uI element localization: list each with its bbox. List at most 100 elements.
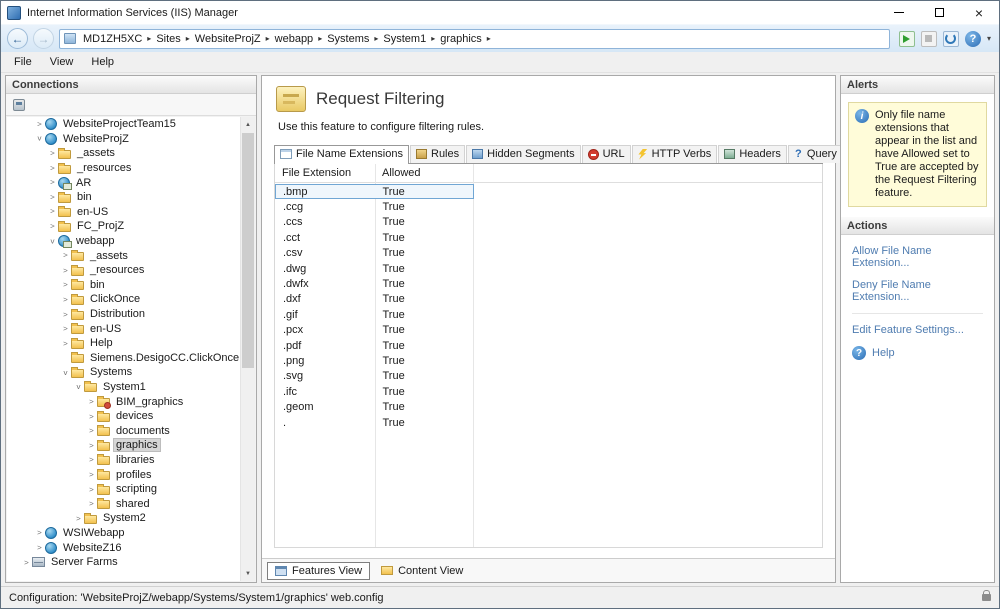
tree-item-webapp[interactable]: vwebapp	[7, 234, 240, 249]
table-row[interactable]: .cctTrue	[275, 230, 822, 245]
chevron-expanded-icon[interactable]: v	[73, 383, 84, 391]
chevron-collapsed-icon[interactable]: >	[86, 470, 97, 478]
table-row[interactable]: .bmpTrue	[275, 184, 822, 199]
action-allow-file-name-extension[interactable]: Allow File Name Extension...	[852, 245, 983, 269]
tree-item-systems[interactable]: vSystems	[7, 365, 240, 380]
chevron-collapsed-icon[interactable]: >	[60, 295, 71, 303]
help-icon[interactable]: ?	[965, 31, 981, 47]
table-row[interactable]: .dxfTrue	[275, 292, 822, 307]
table-row[interactable]: .dwfxTrue	[275, 276, 822, 291]
table-row[interactable]: .csvTrue	[275, 246, 822, 261]
tree-item-documents[interactable]: >documents	[7, 423, 240, 438]
tree-item-siemens-desigocc-clickonce[interactable]: Siemens.DesigoCC.ClickOnce	[7, 351, 240, 366]
chevron-collapsed-icon[interactable]: >	[47, 208, 58, 216]
tab-file-name-extensions[interactable]: File Name Extensions	[274, 145, 409, 164]
tree-item-clickonce[interactable]: >ClickOnce	[7, 292, 240, 307]
tree-item-bin[interactable]: >bin	[7, 278, 240, 293]
tree-item-scripting[interactable]: >scripting	[7, 482, 240, 497]
tree-item-bim-graphics[interactable]: >BIM_graphics	[7, 394, 240, 409]
back-button[interactable]: ←	[7, 28, 28, 49]
tree-item-system1[interactable]: vSystem1	[7, 380, 240, 395]
tree-item-websiteprojectteam15[interactable]: >WebsiteProjectTeam15	[7, 117, 240, 132]
table-row[interactable]: .ccsTrue	[275, 215, 822, 230]
tree-item-fc-projz[interactable]: >FC_ProjZ	[7, 219, 240, 234]
table-row[interactable]: .ifcTrue	[275, 384, 822, 399]
menu-file[interactable]: File	[5, 54, 41, 70]
breadcrumb[interactable]: MD1ZH5XC▸Sites▸WebsiteProjZ▸webapp▸Syste…	[59, 29, 890, 49]
tree-item-assets[interactable]: >_assets	[7, 146, 240, 161]
table-row[interactable]: .pdfTrue	[275, 338, 822, 353]
chevron-collapsed-icon[interactable]: >	[47, 149, 58, 157]
tree-item-assets[interactable]: >_assets	[7, 248, 240, 263]
chevron-collapsed-icon[interactable]: >	[60, 266, 71, 274]
chevron-expanded-icon[interactable]: v	[34, 135, 45, 143]
table-row[interactable]: .pngTrue	[275, 353, 822, 368]
tree-item-graphics[interactable]: >graphics	[7, 438, 240, 453]
refresh-icon[interactable]	[943, 31, 959, 47]
tree-item-wsiwebapp[interactable]: >WSIWebapp	[7, 526, 240, 541]
chevron-collapsed-icon[interactable]: >	[47, 164, 58, 172]
tab-rules[interactable]: Rules	[410, 145, 465, 163]
chevron-collapsed-icon[interactable]: >	[60, 281, 71, 289]
tree-item-system2[interactable]: >System2	[7, 511, 240, 526]
chevron-collapsed-icon[interactable]: >	[21, 558, 32, 566]
tab-headers[interactable]: Headers	[718, 145, 787, 163]
action-edit-feature-settings[interactable]: Edit Feature Settings...	[852, 313, 983, 336]
action-deny-file-name-extension[interactable]: Deny File Name Extension...	[852, 279, 983, 303]
table-row[interactable]: .geomTrue	[275, 399, 822, 414]
tree-item-profiles[interactable]: >profiles	[7, 467, 240, 482]
chevron-collapsed-icon[interactable]: >	[73, 514, 84, 522]
tree-item-devices[interactable]: >devices	[7, 409, 240, 424]
tree-item-resources[interactable]: >_resources	[7, 161, 240, 176]
chevron-collapsed-icon[interactable]: >	[47, 179, 58, 187]
chevron-collapsed-icon[interactable]: >	[47, 222, 58, 230]
view-features-view[interactable]: Features View	[267, 562, 370, 580]
tab-http-verbs[interactable]: HTTP Verbs	[632, 145, 718, 163]
close-button[interactable]: ×	[959, 1, 999, 24]
chevron-collapsed-icon[interactable]: >	[34, 543, 45, 551]
scroll-down-icon[interactable]: ▼	[241, 566, 255, 581]
table-row[interactable]: .dwgTrue	[275, 261, 822, 276]
menu-help[interactable]: Help	[82, 54, 123, 70]
tree-item-en-us[interactable]: >en-US	[7, 205, 240, 220]
tree-scrollbar[interactable]: ▲ ▼	[240, 117, 255, 581]
table-row[interactable]: .gifTrue	[275, 307, 822, 322]
tree-item-bin[interactable]: >bin	[7, 190, 240, 205]
forward-button[interactable]: →	[33, 28, 54, 49]
breadcrumb-item-webapp[interactable]: webapp	[273, 33, 316, 45]
breadcrumb-item-sites[interactable]: Sites	[154, 33, 182, 45]
chevron-collapsed-icon[interactable]: >	[60, 339, 71, 347]
tree-item-server-farms[interactable]: >Server Farms	[7, 555, 240, 570]
help-menu-caret-icon[interactable]: ▾	[987, 34, 991, 43]
breadcrumb-item-system1[interactable]: System1	[381, 33, 428, 45]
create-connection-button[interactable]	[9, 96, 28, 114]
tree-item-en-us[interactable]: >en-US	[7, 321, 240, 336]
tree-item-ar[interactable]: >AR	[7, 175, 240, 190]
tree-item-resources[interactable]: >_resources	[7, 263, 240, 278]
view-content-view[interactable]: Content View	[373, 562, 471, 580]
tree-item-shared[interactable]: >shared	[7, 496, 240, 511]
tab-hidden-segments[interactable]: Hidden Segments	[466, 145, 580, 163]
chevron-collapsed-icon[interactable]: >	[47, 193, 58, 201]
scroll-thumb[interactable]	[242, 133, 254, 368]
chevron-expanded-icon[interactable]: v	[60, 368, 71, 376]
chevron-collapsed-icon[interactable]: >	[86, 427, 97, 435]
restart-icon[interactable]	[899, 31, 915, 47]
chevron-collapsed-icon[interactable]: >	[34, 529, 45, 537]
table-row[interactable]: .pcxTrue	[275, 323, 822, 338]
tree-item-libraries[interactable]: >libraries	[7, 453, 240, 468]
breadcrumb-item-md1zh5xc[interactable]: MD1ZH5XC	[81, 33, 144, 45]
tree-item-distribution[interactable]: >Distribution	[7, 307, 240, 322]
table-row[interactable]: .svgTrue	[275, 369, 822, 384]
chevron-expanded-icon[interactable]: v	[47, 237, 58, 245]
tree-item-websitez16[interactable]: >WebsiteZ16	[7, 540, 240, 555]
chevron-collapsed-icon[interactable]: >	[86, 456, 97, 464]
title-bar[interactable]: Internet Information Services (IIS) Mana…	[1, 1, 999, 24]
tree-item-websiteprojz[interactable]: vWebsiteProjZ	[7, 132, 240, 147]
chevron-collapsed-icon[interactable]: >	[34, 120, 45, 128]
minimize-button[interactable]	[879, 1, 919, 24]
chevron-collapsed-icon[interactable]: >	[86, 485, 97, 493]
chevron-collapsed-icon[interactable]: >	[86, 412, 97, 420]
chevron-collapsed-icon[interactable]: >	[60, 252, 71, 260]
stop-icon[interactable]	[921, 31, 937, 47]
